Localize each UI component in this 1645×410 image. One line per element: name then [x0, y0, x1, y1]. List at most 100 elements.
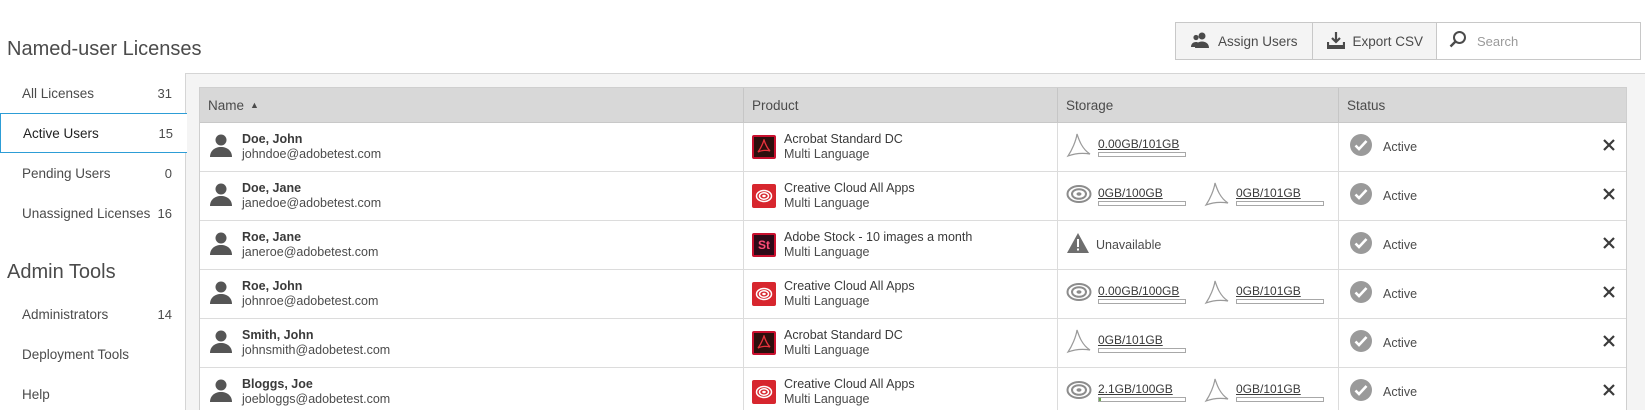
status-cell: Active: [1339, 123, 1626, 171]
user-name[interactable]: Doe, John: [242, 132, 381, 147]
product-info: Creative Cloud All Apps Multi Language: [784, 181, 915, 211]
sidebar-item-help[interactable]: Help: [0, 374, 186, 410]
user-name[interactable]: Roe, John: [242, 279, 378, 294]
check-circle-icon: [1349, 280, 1373, 309]
storage-value: 0GB/101GB: [1236, 284, 1301, 298]
user-email: janedoe@adobetest.com: [242, 196, 382, 210]
storage-usage: 0GB/101GB: [1236, 284, 1324, 304]
sidebar-item-label: Administrators: [22, 306, 109, 322]
storage-item[interactable]: 0GB/101GB: [1204, 181, 1324, 212]
column-header-status[interactable]: Status: [1339, 88, 1626, 122]
user-name[interactable]: Smith, John: [242, 328, 390, 343]
sidebar-item-all-licenses[interactable]: All Licenses 31: [0, 73, 186, 113]
sidebar-item-deployment-tools[interactable]: Deployment Tools: [0, 334, 186, 374]
storage-cell: Unavailable: [1058, 221, 1339, 269]
storage-value: 0GB/101GB: [1236, 382, 1301, 396]
storage-usage: 0GB/101GB: [1236, 186, 1324, 206]
table-row: Roe, John johnroe@adobetest.com Creative C…: [200, 270, 1626, 319]
user-name[interactable]: Doe, Jane: [242, 181, 381, 196]
acrobat-icon: [752, 135, 776, 159]
sidebar-item-active-users[interactable]: Active Users 15: [0, 113, 187, 153]
column-header-label: Name: [208, 97, 245, 113]
sidebar-item-unassigned-licenses[interactable]: Unassigned Licenses 16: [0, 193, 186, 233]
check-circle-icon: [1349, 182, 1373, 211]
user-email: johnroe@adobetest.com: [242, 294, 379, 308]
user-email: johnsmith@adobetest.com: [242, 343, 391, 357]
export-csv-label: Export CSV: [1352, 33, 1424, 49]
product-language: Multi Language: [784, 147, 870, 161]
storage-item[interactable]: 2.1GB/100GB: [1066, 380, 1186, 405]
check-circle-icon: [1349, 231, 1373, 260]
storage-bar-fill: [1099, 398, 1101, 401]
product-language: Multi Language: [784, 196, 870, 210]
remove-user-button[interactable]: [1602, 237, 1616, 252]
sidebar-item-pending-users[interactable]: Pending Users 0: [0, 153, 186, 193]
user-name[interactable]: Bloggs, Joe: [242, 377, 390, 392]
column-header-name[interactable]: Name ▲: [200, 88, 744, 122]
product-name: Creative Cloud All Apps: [784, 279, 915, 293]
search-input[interactable]: [1477, 33, 1637, 49]
sidebar-item-count: 14: [157, 306, 172, 322]
check-circle-icon: [1349, 378, 1373, 407]
storage-item[interactable]: 0GB/101GB: [1204, 279, 1324, 310]
export-csv-button[interactable]: Export CSV: [1312, 22, 1439, 60]
table-row: Smith, John johnsmith@adobetest.com Acroba…: [200, 319, 1626, 368]
user-email: johndoe@adobetest.com: [242, 147, 382, 161]
sidebar-item-count: 31: [157, 85, 172, 101]
user-avatar-icon: [210, 329, 232, 358]
download-icon: [1326, 31, 1345, 52]
column-header-label: Product: [752, 97, 799, 113]
storage-bar: [1098, 348, 1186, 353]
column-header-storage[interactable]: Storage: [1058, 88, 1339, 122]
user-name[interactable]: Roe, Jane: [242, 230, 378, 245]
status-cell: Active: [1339, 368, 1626, 410]
column-header-label: Status: [1347, 97, 1386, 113]
status-text: Active: [1383, 385, 1418, 399]
remove-user-button[interactable]: [1602, 138, 1616, 156]
user-info: Roe, Jane janeroe@adobetest.com: [242, 230, 378, 260]
acrobat-storage-icon: [1066, 132, 1092, 163]
remove-user-button[interactable]: [1602, 384, 1616, 399]
remove-user-button[interactable]: [1602, 188, 1616, 203]
product-cell: Acrobat Standard DC Multi Language: [744, 319, 1058, 367]
user-avatar-icon: [210, 182, 232, 211]
status-text: Active: [1383, 336, 1418, 350]
toolbar: Assign Users Export CSV: [1175, 22, 1439, 60]
storage-item[interactable]: 0GB/101GB: [1066, 328, 1186, 359]
user-info: Roe, John johnroe@adobetest.com: [242, 279, 378, 309]
creative-cloud-icon: [752, 184, 776, 208]
table-row: Roe, Jane janeroe@adobetest.com St Adobe St…: [200, 221, 1626, 270]
status-text: Active: [1383, 287, 1418, 301]
close-icon: [1603, 334, 1615, 352]
status-cell: Active: [1339, 221, 1626, 269]
close-icon: [1603, 138, 1615, 156]
admin-tools-nav: Administrators 14 Deployment Tools Help: [0, 294, 186, 410]
name-cell: Doe, Jane janedoe@adobetest.com: [200, 172, 744, 220]
close-icon: [1603, 285, 1615, 303]
product-name: Creative Cloud All Apps: [784, 377, 915, 391]
storage-unavailable-text: Unavailable: [1096, 238, 1162, 252]
sidebar-item-administrators[interactable]: Administrators 14: [0, 294, 186, 334]
status-text: Active: [1383, 189, 1418, 203]
sidebar-item-label: All Licenses: [22, 85, 95, 101]
assign-users-button[interactable]: Assign Users: [1175, 22, 1313, 60]
storage-item[interactable]: 0GB/101GB: [1204, 377, 1324, 408]
users-icon: [1190, 31, 1210, 52]
check-circle-icon: [1349, 133, 1373, 162]
name-cell: Roe, Jane janeroe@adobetest.com: [200, 221, 744, 269]
storage-item[interactable]: 0.00GB/100GB: [1066, 282, 1186, 307]
storage-item[interactable]: 0.00GB/101GB: [1066, 132, 1186, 163]
product-language: Multi Language: [784, 245, 870, 259]
storage-usage: 0GB/101GB: [1236, 382, 1324, 402]
product-cell: Creative Cloud All Apps Multi Language: [744, 368, 1058, 410]
storage-item[interactable]: 0GB/100GB: [1066, 184, 1186, 209]
remove-user-button[interactable]: [1602, 334, 1616, 352]
user-avatar-icon: [210, 378, 232, 407]
remove-user-button[interactable]: [1602, 285, 1616, 303]
column-header-product[interactable]: Product: [744, 88, 1058, 122]
sidebar-item-label: Deployment Tools: [22, 346, 130, 362]
assign-users-label: Assign Users: [1218, 33, 1298, 49]
product-name: Adobe Stock - 10 images a month: [784, 230, 973, 244]
storage-bar: [1098, 201, 1186, 206]
user-avatar-icon: [210, 133, 232, 162]
